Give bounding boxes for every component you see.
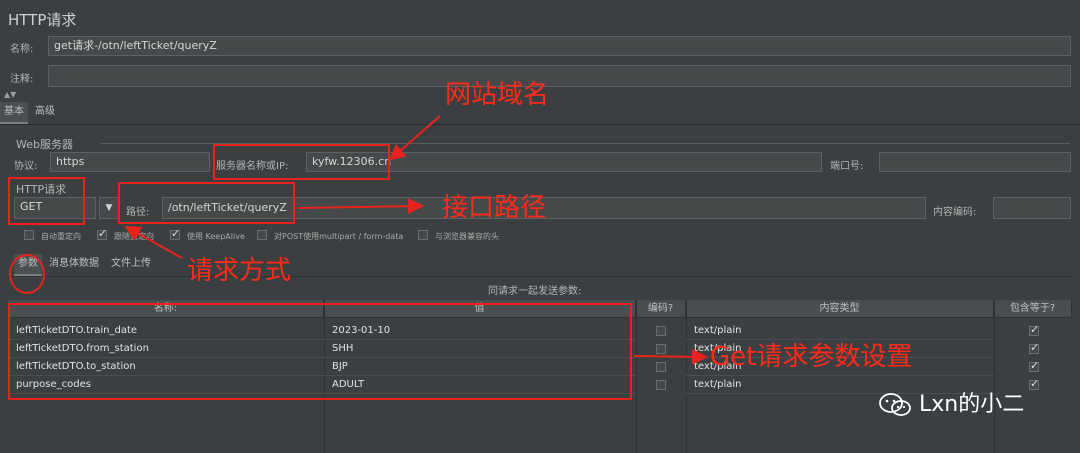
params-annotation: Get请求参数设置 (710, 342, 913, 372)
annotation-arrows (124, 115, 708, 365)
wechat-icon (879, 393, 911, 416)
watermark-text: Lxn的小二 (919, 392, 1025, 417)
params-arrow (633, 348, 708, 365)
method-arrow (124, 226, 183, 259)
path-annotation: 接口路径 (442, 193, 547, 223)
method-annotation: 请求方式 (187, 256, 292, 286)
domain-arrow (388, 115, 441, 161)
domain-annotation: 网站域名 (445, 80, 550, 110)
path-arrow (297, 198, 424, 215)
watermark: Lxn的小二 (878, 391, 1024, 419)
